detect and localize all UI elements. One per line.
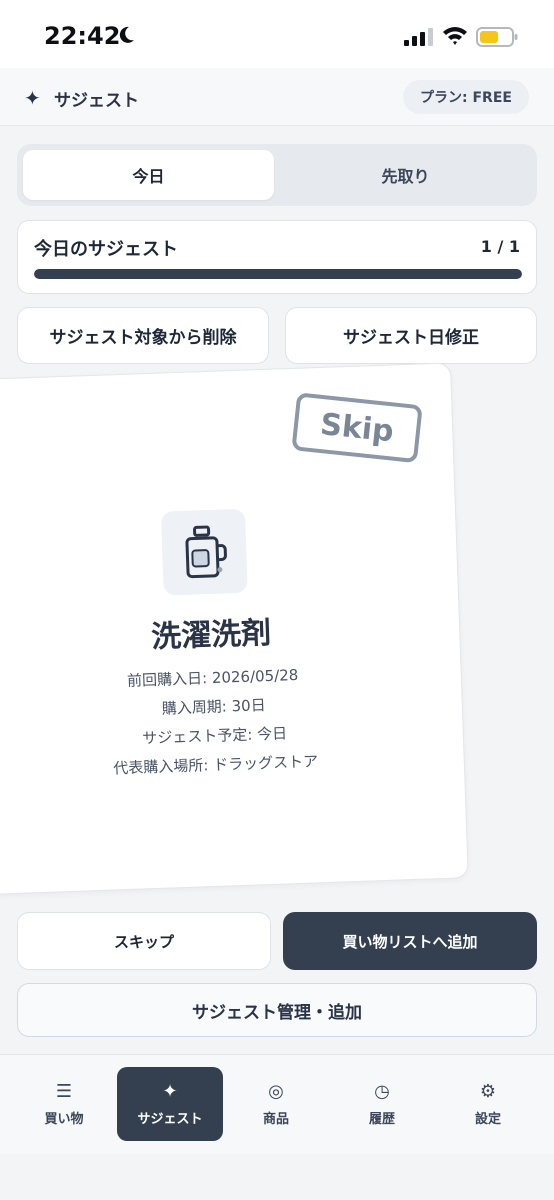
- status-time: 22:42: [44, 22, 121, 50]
- tab-label: 商品: [262, 1111, 289, 1127]
- add-to-shopping-list-button[interactable]: 買い物リストへ追加: [283, 912, 537, 970]
- progress-bar-fill: [34, 269, 522, 279]
- wifi-icon: [443, 27, 467, 45]
- suggestion-card[interactable]: Skip 洗濯洗剤 前回購入日: 2026/05/28 購入周期: 30日 サジ…: [0, 362, 469, 896]
- skip-stamp: Skip: [291, 392, 423, 464]
- product-icon: ◎: [268, 1080, 284, 1102]
- progress-count: 1 / 1: [480, 237, 520, 256]
- status-bar: 22:42: [0, 0, 554, 68]
- app-header: ✦ サジェスト プラン: FREE: [0, 68, 554, 126]
- bottom-tab-bar: ☰ 買い物 ✦ サジェスト ◎ 商品 ◷ 履歴 ⚙ 設定: [0, 1054, 554, 1154]
- sparkle-icon: ✦: [162, 1080, 178, 1102]
- product-name: 洗濯洗剤: [150, 615, 272, 656]
- tab-settings[interactable]: ⚙ 設定: [435, 1067, 541, 1141]
- list-icon: ☰: [55, 1080, 73, 1102]
- gear-icon: ⚙: [479, 1080, 497, 1102]
- segmented-control: 今日 先取り: [17, 144, 537, 206]
- home-indicator-area: [0, 1154, 554, 1200]
- battery-icon: [476, 27, 518, 47]
- progress-title: 今日のサジェスト: [34, 239, 178, 260]
- tab-label: 設定: [474, 1111, 501, 1127]
- cellular-signal-icon: [404, 28, 433, 46]
- product-icon-box: [160, 508, 248, 596]
- tab-label: サジェスト: [137, 1111, 203, 1127]
- progress-bar: [34, 269, 522, 279]
- plan-badge[interactable]: プラン: FREE: [403, 80, 529, 114]
- tab-suggest[interactable]: ✦ サジェスト: [117, 1067, 223, 1141]
- remove-from-suggest-button[interactable]: サジェスト対象から削除: [17, 307, 269, 364]
- progress-card: 今日のサジェスト 1 / 1: [17, 220, 537, 294]
- sparkle-icon: ✦: [24, 86, 41, 110]
- tab-today[interactable]: 今日: [23, 150, 274, 200]
- page-title: サジェスト: [54, 91, 139, 111]
- main-content: 今日 先取り 今日のサジェスト 1 / 1 サジェスト対象から削除 サジェスト日…: [0, 126, 554, 1054]
- tab-label: 買い物: [44, 1111, 84, 1127]
- manage-suggest-button[interactable]: サジェスト管理・追加: [17, 983, 537, 1037]
- tab-shopping[interactable]: ☰ 買い物: [11, 1067, 117, 1141]
- tab-history[interactable]: ◷ 履歴: [329, 1067, 435, 1141]
- detergent-bottle-icon: [185, 525, 227, 579]
- clock-icon: ◷: [374, 1080, 390, 1102]
- moon-icon: [119, 26, 134, 43]
- fix-suggest-date-button[interactable]: サジェスト日修正: [285, 307, 537, 364]
- tab-label: 履歴: [368, 1111, 395, 1127]
- skip-button[interactable]: スキップ: [17, 912, 271, 970]
- tab-products[interactable]: ◎ 商品: [223, 1067, 329, 1141]
- tab-ahead[interactable]: 先取り: [280, 150, 531, 200]
